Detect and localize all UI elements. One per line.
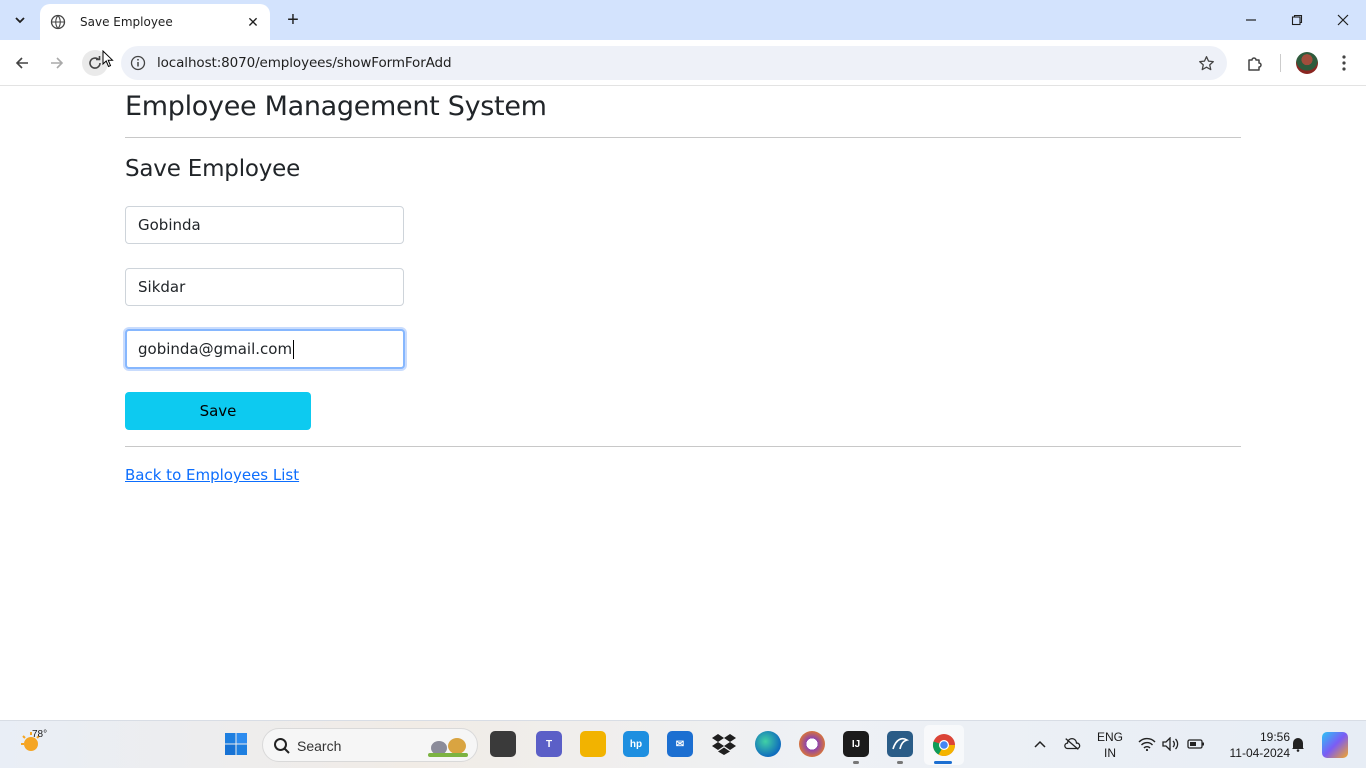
chrome-taskbar-button[interactable] bbox=[924, 725, 964, 765]
email-value: gobinda@gmail.com bbox=[138, 340, 293, 358]
clock-time: 19:56 bbox=[1259, 730, 1290, 744]
taskbar-search-box[interactable]: Search bbox=[262, 728, 478, 762]
back-arrow-icon[interactable] bbox=[9, 50, 35, 76]
tab-strip: Save Employee ✕ + bbox=[0, 0, 1366, 40]
new-tab-plus-icon[interactable]: + bbox=[282, 9, 304, 31]
tab-save-employee[interactable]: Save Employee ✕ bbox=[40, 4, 270, 40]
teams-icon[interactable]: T bbox=[536, 731, 562, 757]
email-field[interactable]: gobinda@gmail.com bbox=[125, 329, 405, 369]
divider bbox=[125, 137, 1241, 138]
battery-icon[interactable] bbox=[1187, 735, 1205, 753]
save-button[interactable]: Save bbox=[125, 392, 311, 430]
divider bbox=[125, 446, 1241, 447]
active-indicator bbox=[934, 761, 952, 764]
mouse-pointer-icon bbox=[102, 50, 114, 68]
chrome-icon bbox=[932, 734, 955, 756]
running-indicator bbox=[897, 761, 903, 764]
browser-toolbar: localhost:8070/employees/showFormForAdd bbox=[0, 40, 1366, 86]
restore-icon[interactable] bbox=[1282, 6, 1312, 34]
app-icon[interactable] bbox=[799, 731, 825, 757]
bookmark-star-icon[interactable] bbox=[1197, 54, 1215, 72]
language-indicator[interactable]: ENG IN bbox=[1094, 729, 1126, 761]
form-title: Save Employee bbox=[125, 156, 301, 182]
globe-icon bbox=[50, 14, 66, 30]
tab-close-icon[interactable]: ✕ bbox=[244, 13, 262, 31]
mail-icon[interactable]: ✉ bbox=[667, 731, 693, 757]
volume-icon[interactable] bbox=[1162, 735, 1180, 753]
minimize-icon[interactable] bbox=[1236, 6, 1266, 34]
task-view-icon[interactable] bbox=[490, 731, 516, 757]
language-code: ENG bbox=[1096, 730, 1123, 744]
edge-icon[interactable] bbox=[755, 731, 781, 757]
back-to-list-link[interactable]: Back to Employees List bbox=[125, 466, 299, 484]
search-icon bbox=[274, 738, 290, 754]
mysql-workbench-icon[interactable] bbox=[887, 731, 913, 757]
first-name-value: Gobinda bbox=[138, 216, 201, 234]
site-title: Employee Management System bbox=[125, 91, 547, 122]
address-bar[interactable]: localhost:8070/employees/showFormForAdd bbox=[121, 46, 1227, 80]
last-name-field[interactable]: Sikdar bbox=[125, 268, 404, 306]
dropbox-icon[interactable] bbox=[711, 731, 737, 757]
tab-search-chevron-icon[interactable] bbox=[8, 8, 32, 32]
search-highlight-art-icon bbox=[428, 738, 468, 757]
forward-arrow-icon[interactable] bbox=[44, 50, 70, 76]
notification-bell-icon[interactable] bbox=[1289, 735, 1307, 753]
region-code: IN bbox=[1104, 746, 1116, 760]
page-content: Employee Management System Save Employee… bbox=[0, 87, 1366, 720]
first-name-field[interactable]: Gobinda bbox=[125, 206, 404, 244]
close-window-icon[interactable] bbox=[1328, 6, 1358, 34]
windows-start-icon[interactable] bbox=[223, 731, 249, 757]
kebab-menu-icon[interactable] bbox=[1331, 50, 1357, 76]
url-text[interactable]: localhost:8070/employees/showFormForAdd bbox=[157, 55, 452, 71]
onedrive-offline-icon[interactable] bbox=[1063, 735, 1081, 753]
toolbar-separator bbox=[1280, 54, 1281, 72]
profile-avatar[interactable] bbox=[1296, 52, 1318, 74]
file-explorer-icon[interactable] bbox=[580, 731, 606, 757]
running-indicator bbox=[853, 761, 859, 764]
myhp-icon[interactable]: hp bbox=[623, 731, 649, 757]
clock[interactable]: 19:56 11-04-2024 bbox=[1214, 729, 1291, 761]
search-label: Search bbox=[297, 738, 342, 754]
intellij-icon[interactable]: IJ bbox=[843, 731, 869, 757]
chevron-up-icon[interactable] bbox=[1031, 735, 1049, 753]
wifi-icon[interactable] bbox=[1138, 735, 1156, 753]
site-info-icon[interactable] bbox=[129, 54, 147, 72]
clock-date: 11-04-2024 bbox=[1229, 746, 1291, 760]
weather-temp: 78° bbox=[32, 729, 48, 740]
text-caret bbox=[293, 339, 295, 359]
copilot-icon[interactable] bbox=[1322, 732, 1348, 758]
taskbar: 78° Search T hp ✉ IJ ENG IN 19:56 11-04-… bbox=[0, 720, 1366, 768]
last-name-value: Sikdar bbox=[138, 278, 186, 296]
tab-title: Save Employee bbox=[80, 15, 173, 29]
extensions-puzzle-icon[interactable] bbox=[1242, 50, 1268, 76]
